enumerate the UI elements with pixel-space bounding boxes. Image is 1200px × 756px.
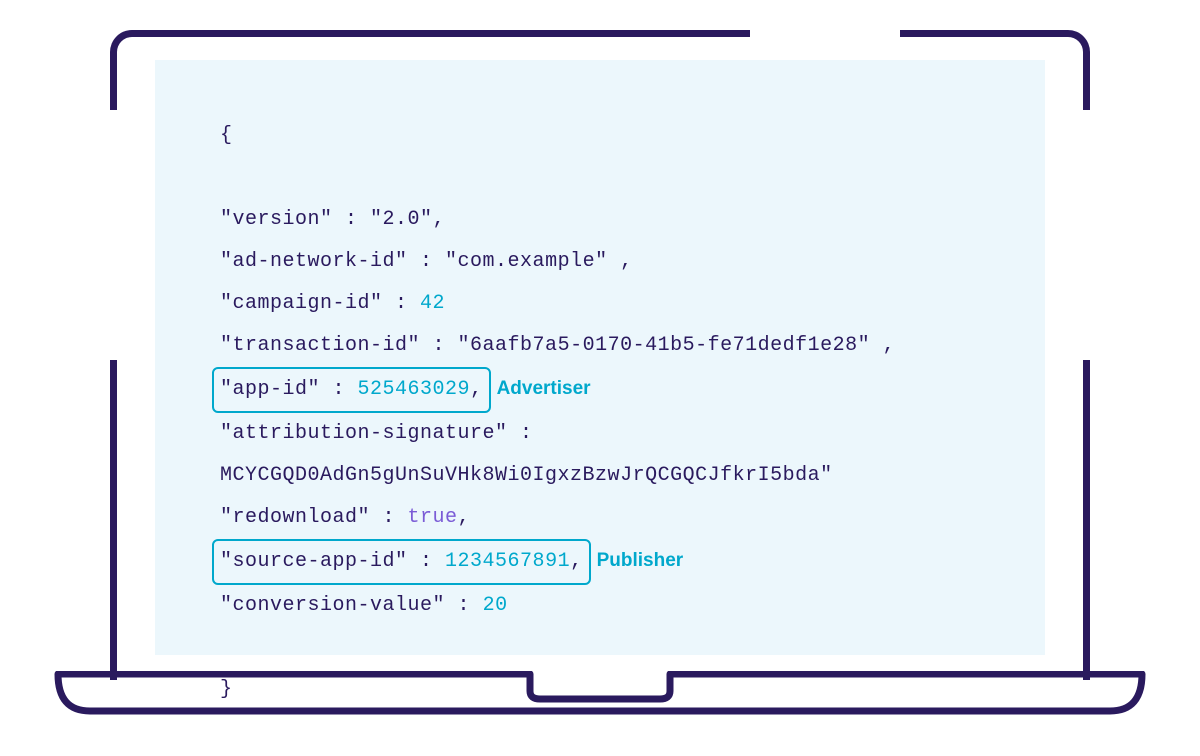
line-version: "version" : "2.0", [220,199,1005,241]
line-transaction-id: "transaction-id" : "6aafb7a5-0170-41b5-f… [220,325,1005,367]
value-ad-network-id: "com.example" [445,250,608,273]
line-attribution-signature-key: "attribution-signature" : [220,413,1005,455]
line-ad-network-id: "ad-network-id" : "com.example" , [220,241,1005,283]
value-app-id: 525463029 [358,378,471,401]
key-campaign-id: "campaign-id" [220,292,383,315]
json-code-block: { "version" : "2.0", "ad-network-id" : "… [220,115,1005,711]
highlight-source-app-id: "source-app-id" : 1234567891, [212,539,591,585]
line-attribution-signature-value: MCYCGQD0AdGn5gUnSuVHk8Wi0IgxzBzwJrQCGQCJ… [220,455,1005,497]
key-version: "version" [220,208,333,231]
code-panel: { "version" : "2.0", "ad-network-id" : "… [155,60,1045,655]
value-version: "2.0" [370,208,433,231]
key-transaction-id: "transaction-id" [220,334,420,357]
value-campaign-id: 42 [420,292,445,315]
line-app-id: "app-id" : 525463029,Advertiser [220,367,1005,413]
key-redownload: "redownload" [220,506,370,529]
frame-side-left [110,360,117,680]
value-source-app-id: 1234567891 [445,550,570,573]
line-source-app-id: "source-app-id" : 1234567891,Publisher [220,539,1005,585]
frame-side-right [1083,360,1090,680]
close-brace: } [220,669,1005,711]
value-conversion-value: 20 [483,594,508,617]
key-source-app-id: "source-app-id" [220,550,408,573]
open-brace: { [220,115,1005,157]
value-transaction-id: "6aafb7a5-0170-41b5-fe71dedf1e28" [458,334,871,357]
key-app-id: "app-id" [220,378,320,401]
line-conversion-value: "conversion-value" : 20 [220,585,1005,627]
highlight-app-id: "app-id" : 525463029, [212,367,491,413]
value-attribution-signature: MCYCGQD0AdGn5gUnSuVHk8Wi0IgxzBzwJrQCGQCJ… [220,464,833,487]
line-campaign-id: "campaign-id" : 42 [220,283,1005,325]
line-redownload: "redownload" : true, [220,497,1005,539]
key-ad-network-id: "ad-network-id" [220,250,408,273]
annotation-advertiser: Advertiser [497,378,591,399]
annotation-publisher: Publisher [597,550,684,571]
key-attribution-signature: "attribution-signature" [220,422,508,445]
value-redownload: true [408,506,458,529]
key-conversion-value: "conversion-value" [220,594,445,617]
